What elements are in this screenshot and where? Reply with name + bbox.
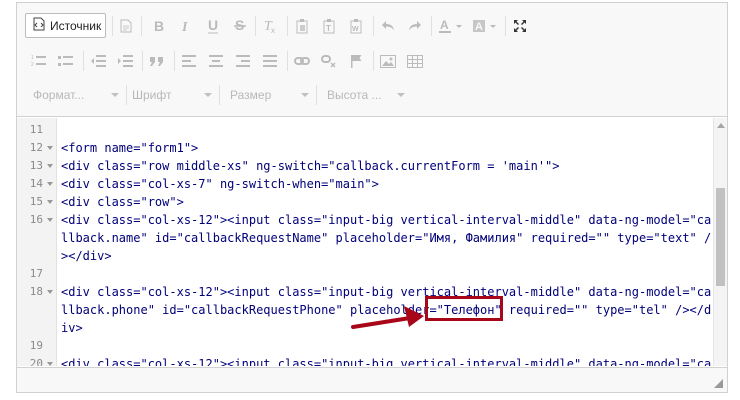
annotation-arrow	[351, 306, 424, 329]
